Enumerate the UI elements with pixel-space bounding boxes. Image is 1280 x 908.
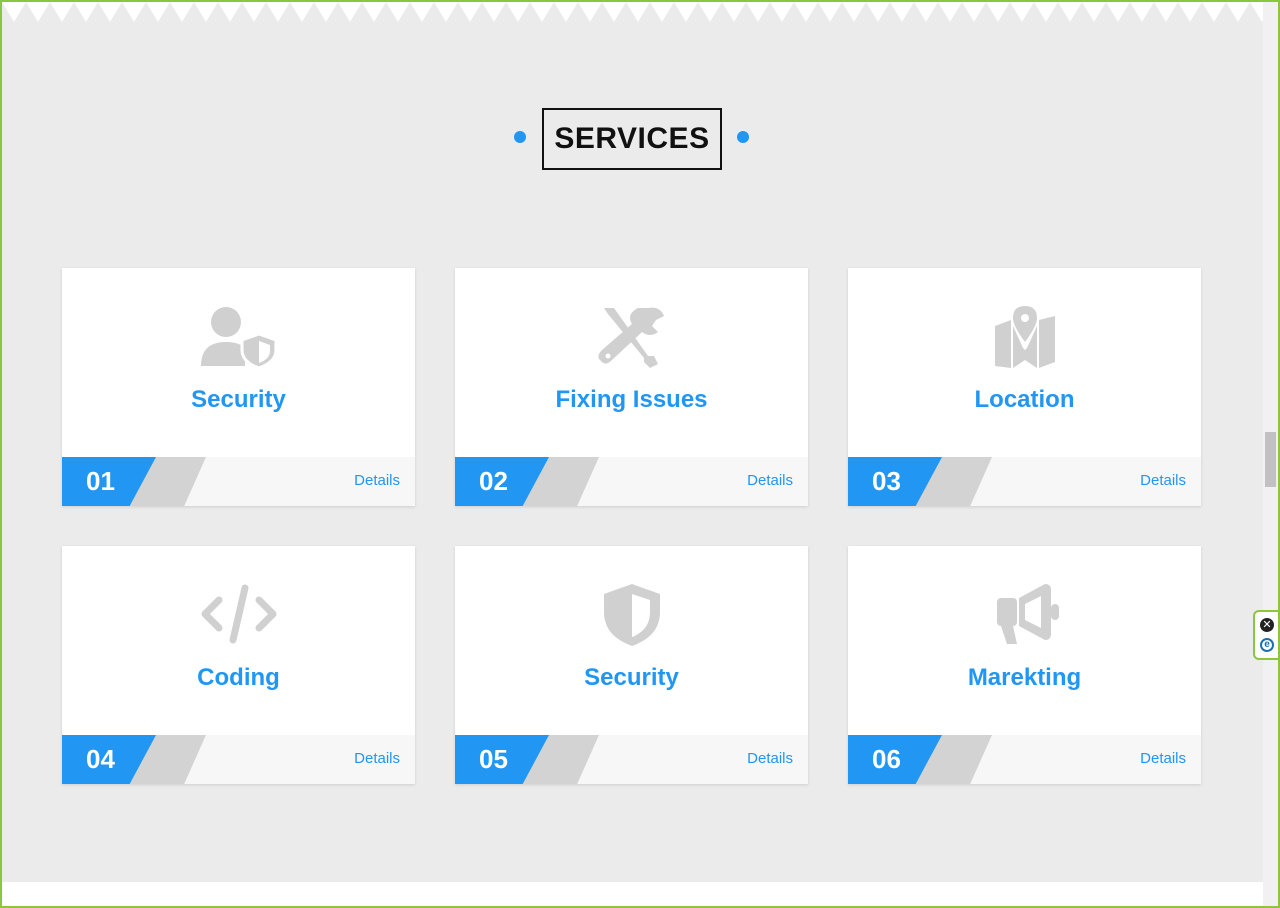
code-icon [201,584,276,644]
details-link[interactable]: Details [354,750,400,767]
service-card: Coding 04 Details [62,546,415,784]
service-card: Location 03 Details [848,268,1201,506]
service-title: Security [584,664,679,691]
details-link[interactable]: Details [354,472,400,489]
details-link[interactable]: Details [747,750,793,767]
service-number: 05 [479,744,508,774]
heading-dot-right [737,131,749,143]
card-footer: 06 Details [848,735,1201,784]
card-footer: 03 Details [848,457,1201,506]
service-card: Security 05 Details [455,546,808,784]
service-card: Marekting 06 Details [848,546,1201,784]
service-title: Security [191,386,286,413]
zigzag-divider [2,2,1263,22]
card-footer: 01 Details [62,457,415,506]
scrollbar-thumb[interactable] [1265,432,1276,487]
service-number: 03 [872,466,901,496]
services-section: SERVICES Security 01 Details Fixing Issu… [2,2,1263,882]
close-icon[interactable]: ✕ [1260,618,1274,632]
tools-icon [597,307,664,368]
service-title: Fixing Issues [555,386,708,413]
details-link[interactable]: Details [1140,750,1186,767]
eset-logo-icon[interactable]: e [1260,638,1274,652]
service-number: 04 [86,744,115,774]
heading-dot-left [514,131,526,143]
card-footer: 05 Details [455,735,808,784]
service-title: Coding [197,664,280,691]
megaphone-icon [996,584,1059,644]
card-footer: 02 Details [455,457,808,506]
service-card: Security 01 Details [62,268,415,506]
service-number: 02 [479,466,508,496]
service-title: Marekting [967,664,1082,691]
map-marker-icon [994,306,1055,368]
section-title: SERVICES [542,108,722,170]
service-number: 06 [872,744,901,774]
user-shield-icon [200,307,277,370]
service-card: Fixing Issues 02 Details [455,268,808,506]
shield-icon [603,584,660,646]
browser-extension-widget: ✕ e [1253,610,1280,660]
details-link[interactable]: Details [747,472,793,489]
service-number: 01 [86,466,115,496]
vertical-scrollbar[interactable] [1263,2,1278,906]
next-section-edge [2,882,1263,906]
card-footer: 04 Details [62,735,415,784]
details-link[interactable]: Details [1140,472,1186,489]
service-title: Location [974,386,1075,413]
